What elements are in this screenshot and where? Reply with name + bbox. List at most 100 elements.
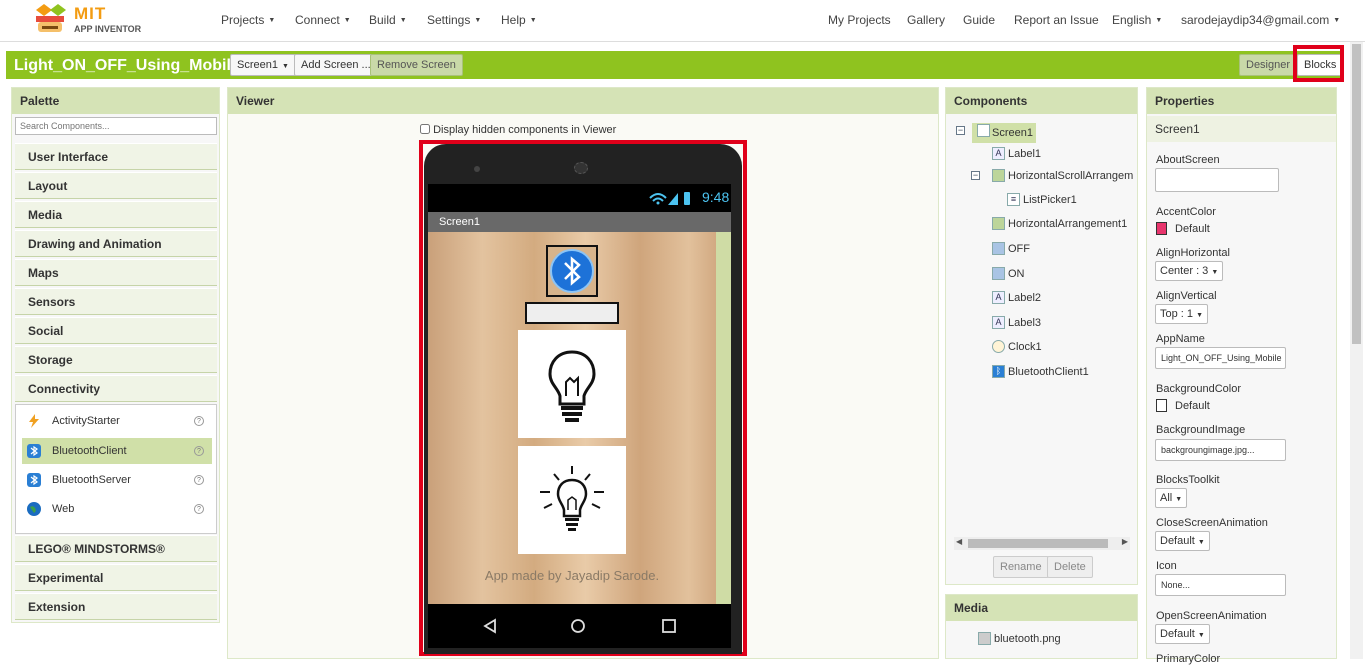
palette-category-experimental[interactable]: Experimental xyxy=(15,564,217,591)
closescreenanimation-select[interactable]: Default ▼ xyxy=(1155,531,1210,551)
canvas-edge xyxy=(716,232,731,604)
select-value: Default xyxy=(1160,628,1195,640)
background-color-swatch[interactable] xyxy=(1156,399,1167,412)
properties-component-name: Screen1 xyxy=(1147,116,1336,142)
menu-help[interactable]: Help ▼ xyxy=(501,13,537,27)
delete-button[interactable]: Delete xyxy=(1047,556,1093,578)
page-scroll-thumb[interactable] xyxy=(1352,44,1361,344)
backgroundimage-picker[interactable]: backgroungimage.jpg... xyxy=(1155,439,1286,461)
select-value: Top : 1 xyxy=(1160,308,1194,320)
add-screen-button[interactable]: Add Screen ... xyxy=(294,54,378,76)
components-panel: Components − Screen1 A Label1 − Horizonta… xyxy=(945,87,1138,585)
palette-category-user-interface[interactable]: User Interface xyxy=(15,143,217,170)
palette-category-sensors[interactable]: Sensors xyxy=(15,288,217,315)
menu-settings[interactable]: Settings ▼ xyxy=(427,13,481,27)
tree-item-screen1[interactable]: Screen1 xyxy=(972,123,1036,143)
prop-label-openscreenanimation: OpenScreenAnimation xyxy=(1156,610,1267,622)
help-icon[interactable]: ? xyxy=(194,475,204,485)
media-panel: Media bluetooth.png xyxy=(945,594,1138,659)
scroll-right-icon[interactable]: ▶ xyxy=(1122,537,1128,546)
menu-build[interactable]: Build ▼ xyxy=(369,13,407,27)
scroll-left-icon[interactable]: ◀ xyxy=(956,537,962,546)
palette-category-extension[interactable]: Extension xyxy=(15,593,217,620)
camera-icon xyxy=(474,166,480,172)
help-icon[interactable]: ? xyxy=(194,504,204,514)
caret-down-icon: ▼ xyxy=(529,17,537,24)
off-button[interactable] xyxy=(518,330,626,438)
palette-item-bluetoothclient[interactable]: BluetoothClient ? xyxy=(22,438,212,464)
palette-category-layout[interactable]: Layout xyxy=(15,172,217,199)
caret-down-icon: ▼ xyxy=(1211,269,1219,276)
listpicker-button[interactable] xyxy=(525,302,619,324)
palette-category-social[interactable]: Social xyxy=(15,317,217,344)
page-scrollbar[interactable] xyxy=(1350,42,1363,659)
menu-language[interactable]: English ▼ xyxy=(1112,13,1162,27)
palette-category-storage[interactable]: Storage xyxy=(15,346,217,373)
palette-item-web[interactable]: Web ? xyxy=(22,496,212,522)
footer-label: App made by Jayadip Sarode. xyxy=(484,568,660,583)
menu-user-account[interactable]: sarodejaydip34@gmail.com ▼ xyxy=(1181,13,1340,27)
accent-color-value[interactable]: Default xyxy=(1175,223,1210,235)
components-scrollbar[interactable]: ◀ ▶ xyxy=(954,537,1130,550)
caret-down-icon: ▼ xyxy=(1175,496,1183,503)
screen-select[interactable]: Screen1 ▼ xyxy=(230,54,296,76)
prop-label-appname: AppName xyxy=(1156,333,1205,345)
link-report-issue[interactable]: Report an Issue xyxy=(1014,13,1099,27)
palette-search-input[interactable] xyxy=(15,117,217,135)
project-toolbar: Light_ON_OFF_Using_Mobile Screen1 ▼ Add S… xyxy=(6,51,1344,79)
caret-down-icon: ▼ xyxy=(1333,17,1341,24)
palette-category-maps[interactable]: Maps xyxy=(15,259,217,286)
menu-connect[interactable]: Connect ▼ xyxy=(295,13,351,27)
link-my-projects[interactable]: My Projects xyxy=(828,13,891,27)
collapse-icon[interactable]: − xyxy=(971,171,980,180)
media-item-label: bluetooth.png xyxy=(994,633,1061,645)
link-guide[interactable]: Guide xyxy=(963,13,995,27)
hidden-components-option[interactable]: Display hidden components in Viewer xyxy=(420,124,616,136)
bulb-on-icon xyxy=(540,466,604,531)
background-color-value[interactable]: Default xyxy=(1175,400,1210,412)
palette-category-connectivity[interactable]: Connectivity xyxy=(15,375,217,402)
alignhorizontal-select[interactable]: Center : 3 ▼ xyxy=(1155,261,1224,281)
rename-button[interactable]: Rename xyxy=(993,556,1049,578)
home-icon[interactable] xyxy=(570,618,586,634)
scroll-thumb[interactable] xyxy=(968,539,1108,548)
back-icon[interactable] xyxy=(482,618,498,634)
media-header: Media xyxy=(946,595,1137,621)
app-inventor-logo[interactable]: MIT APP INVENTOR xyxy=(30,2,150,38)
caret-down-icon: ▼ xyxy=(1196,312,1204,319)
menu-build-label: Build xyxy=(369,13,396,27)
status-bar: 9:48 xyxy=(428,184,731,212)
logo-icon xyxy=(36,4,66,32)
palette-item-bluetoothserver[interactable]: BluetoothServer ? xyxy=(22,467,212,493)
remove-screen-button[interactable]: Remove Screen xyxy=(370,54,463,76)
aboutscreen-textarea[interactable] xyxy=(1155,168,1279,192)
menu-projects[interactable]: Projects ▼ xyxy=(221,13,275,27)
tree-label: Clock1 xyxy=(1008,341,1042,353)
collapse-icon[interactable]: − xyxy=(956,126,965,135)
bluetooth-image[interactable] xyxy=(546,245,598,297)
on-button[interactable] xyxy=(518,446,626,554)
openscreenanimation-select[interactable]: Default ▼ xyxy=(1155,624,1210,644)
tree-label: Screen1 xyxy=(992,127,1033,139)
help-icon[interactable]: ? xyxy=(194,416,204,426)
language-label: English xyxy=(1112,13,1152,27)
prop-label-icon: Icon xyxy=(1156,560,1177,572)
select-value: All xyxy=(1160,492,1173,504)
icon-picker[interactable]: None... xyxy=(1155,574,1286,596)
caret-down-icon: ▼ xyxy=(281,63,289,70)
hidden-components-checkbox[interactable] xyxy=(420,124,430,134)
blockstoolkit-select[interactable]: All ▼ xyxy=(1155,488,1188,508)
designer-button[interactable]: Designer xyxy=(1239,54,1298,76)
help-icon[interactable]: ? xyxy=(194,446,204,456)
palette-category-drawing[interactable]: Drawing and Animation xyxy=(15,230,217,257)
tree-label: BluetoothClient1 xyxy=(1008,366,1089,378)
link-gallery[interactable]: Gallery xyxy=(907,13,945,27)
accent-color-swatch[interactable] xyxy=(1156,222,1167,235)
arrangement-icon xyxy=(992,217,1005,230)
palette-category-media[interactable]: Media xyxy=(15,201,217,228)
recents-icon[interactable] xyxy=(661,618,677,634)
palette-category-lego[interactable]: LEGO® MINDSTORMS® xyxy=(15,535,217,562)
palette-item-activitystarter[interactable]: ActivityStarter ? xyxy=(22,408,212,434)
appname-input[interactable]: Light_ON_OFF_Using_Mobile xyxy=(1155,347,1286,369)
alignvertical-select[interactable]: Top : 1 ▼ xyxy=(1155,304,1209,324)
